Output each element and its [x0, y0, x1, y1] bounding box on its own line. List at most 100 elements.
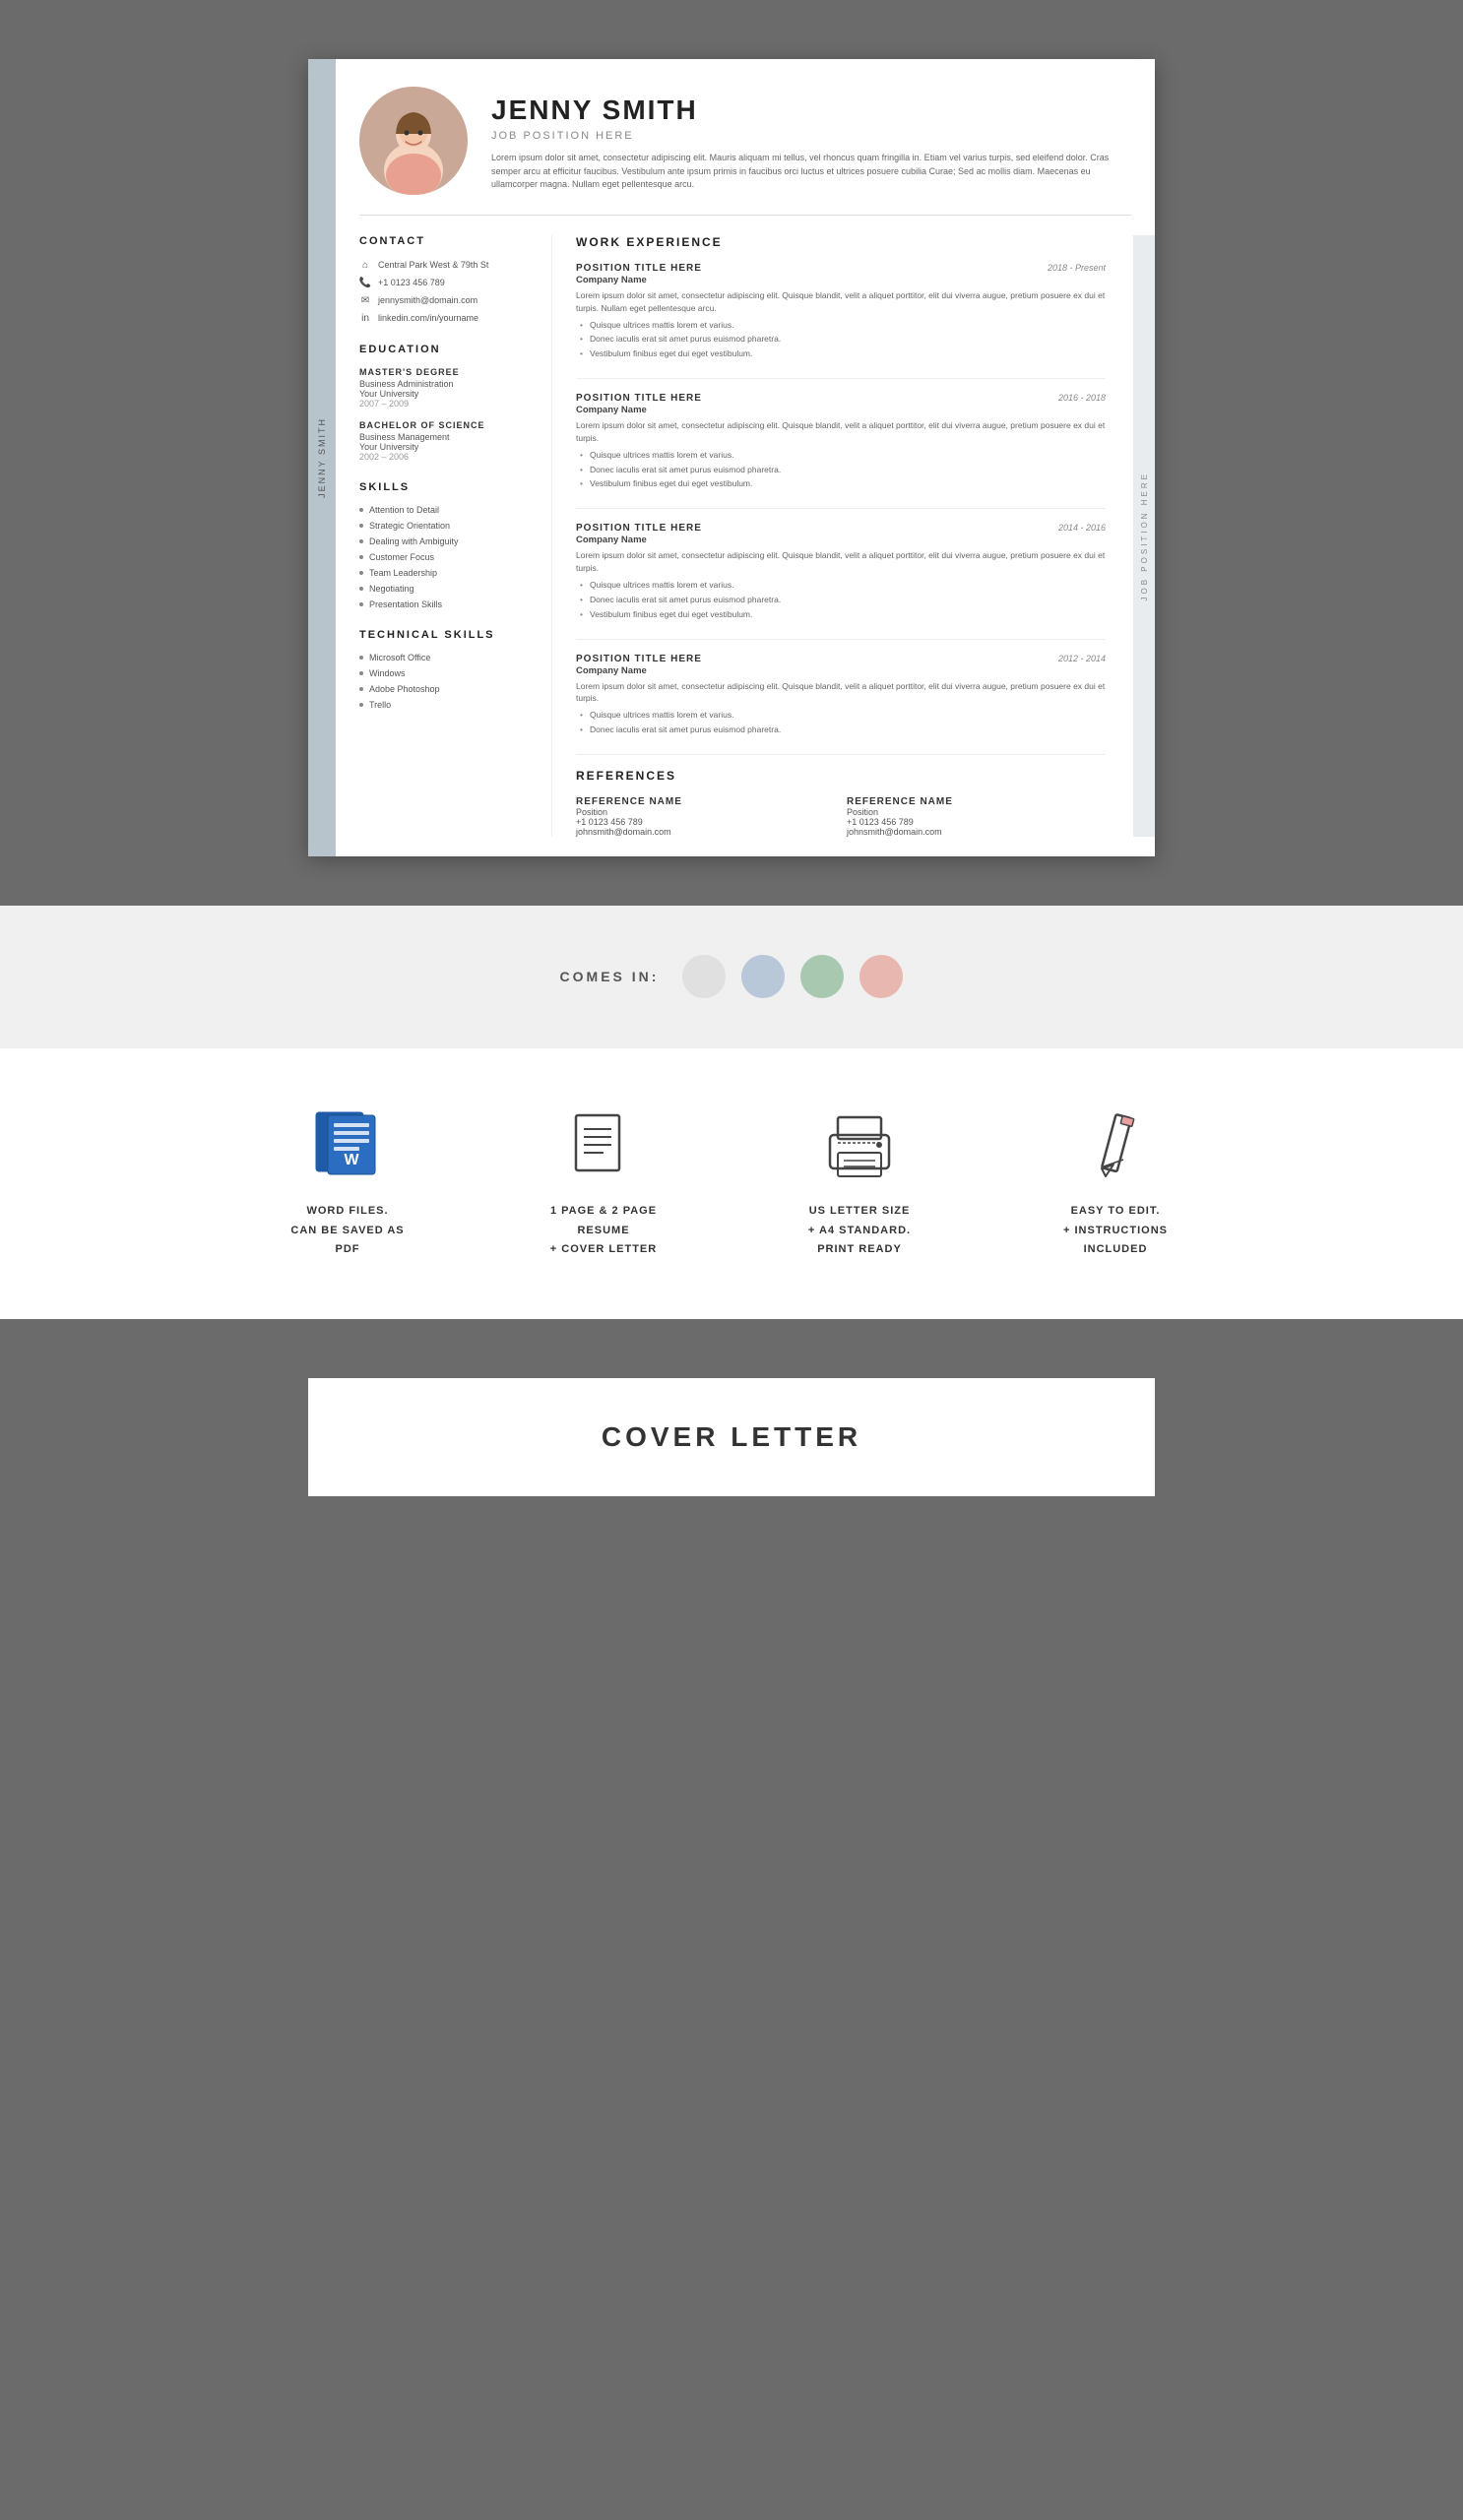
svg-text:W: W: [344, 1152, 359, 1168]
feature-word: W WORD FILES.CAN BE SAVED ASPDF: [259, 1107, 436, 1260]
reference-1: REFERENCE NAME Position +1 0123 456 789 …: [576, 796, 835, 837]
resume-header: JENNY SMITH JOB POSITION HERE Lorem ipsu…: [336, 59, 1155, 215]
left-column: CONTACT ⌂ Central Park West & 79th St 📞 …: [336, 235, 552, 837]
cover-letter-card: COVER LETTER: [308, 1378, 1155, 1496]
contact-address: ⌂ Central Park West & 79th St: [359, 259, 532, 271]
feature-word-title: WORD FILES.CAN BE SAVED ASPDF: [290, 1202, 404, 1260]
tech-skills-heading: TECHNICAL SKILLS: [359, 629, 532, 641]
feature-pages: 1 PAGE & 2 PAGERESUME+ COVER LETTER: [515, 1107, 692, 1260]
skills-heading: SKILLS: [359, 481, 532, 493]
word-file-icon: W: [308, 1107, 387, 1186]
edu-field-2: Business Management: [359, 432, 532, 442]
feature-print-title: US LETTER SIZE+ A4 STANDARD.PRINT READY: [808, 1202, 911, 1260]
references-grid: REFERENCE NAME Position +1 0123 456 789 …: [576, 796, 1106, 837]
tech-skill-item: Adobe Photoshop: [359, 684, 532, 694]
job-bullets-4: Quisque ultrices mattis lorem et varius.…: [576, 710, 1106, 736]
job-divider: [576, 378, 1106, 379]
page-wrapper: JENNY SMITH: [0, 0, 1463, 1555]
feature-edit-title: EASY TO EDIT.+ INSTRUCTIONSINCLUDED: [1063, 1202, 1168, 1260]
skill-item: Customer Focus: [359, 552, 532, 562]
job-company-1: Company Name: [576, 275, 1106, 285]
job-title-2: POSITION TITLE HERE: [576, 393, 702, 404]
bullet-item: Donec iaculis erat sit amet purus euismo…: [576, 724, 1106, 736]
tech-skill-item: Windows: [359, 668, 532, 678]
bullet-item: Donec iaculis erat sit amet purus euismo…: [576, 595, 1106, 606]
bullet-item: Quisque ultrices mattis lorem et varius.: [576, 320, 1106, 332]
sidebar-name-text: JENNY SMITH: [317, 417, 327, 498]
job-entry-3: POSITION TITLE HERE 2014 - 2016 Company …: [576, 523, 1106, 620]
contact-phone: 📞 +1 0123 456 789: [359, 277, 532, 288]
bullet-item: Quisque ultrices mattis lorem et varius.: [576, 450, 1106, 462]
color-circle-1: [682, 955, 726, 998]
header-position: JOB POSITION HERE: [491, 130, 1123, 142]
job-dates-3: 2014 - 2016: [1058, 523, 1106, 533]
job-header-4: POSITION TITLE HERE 2012 - 2014: [576, 654, 1106, 664]
tech-skill-item: Trello: [359, 700, 532, 710]
color-circle-4: [859, 955, 903, 998]
job-company-2: Company Name: [576, 405, 1106, 415]
resume-main: JENNY SMITH JOB POSITION HERE Lorem ipsu…: [336, 59, 1155, 856]
bullet-item: Vestibulum finibus eget dui eget vestibu…: [576, 609, 1106, 621]
resume-card: JENNY SMITH: [308, 59, 1155, 856]
edu-degree-2: BACHELOR OF SCIENCE: [359, 420, 532, 430]
references-divider: [576, 754, 1106, 755]
edu-uni-1: Your University: [359, 389, 532, 399]
education-heading: EDUCATION: [359, 344, 532, 355]
skill-item: Dealing with Ambiguity: [359, 536, 532, 546]
contact-heading: CONTACT: [359, 235, 532, 247]
edu-uni-2: Your University: [359, 442, 532, 452]
tech-skill-item: Microsoft Office: [359, 653, 532, 662]
comes-in-label: COMES IN:: [560, 969, 660, 984]
printer-icon: [820, 1107, 899, 1186]
color-circles: [682, 955, 903, 998]
edu-years-1: 2007 – 2009: [359, 399, 532, 409]
home-icon: ⌂: [359, 259, 371, 271]
ref-name-1: REFERENCE NAME: [576, 796, 835, 807]
job-title-3: POSITION TITLE HERE: [576, 523, 702, 534]
profile-photo: [359, 87, 468, 195]
ref-email-1: johnsmith@domain.com: [576, 827, 835, 837]
ref-email-2: johnsmith@domain.com: [847, 827, 1106, 837]
feature-print: US LETTER SIZE+ A4 STANDARD.PRINT READY: [771, 1107, 948, 1260]
ref-position-1: Position: [576, 807, 835, 817]
job-title-4: POSITION TITLE HERE: [576, 654, 702, 664]
job-entry-4: POSITION TITLE HERE 2012 - 2014 Company …: [576, 654, 1106, 736]
phone-icon: 📞: [359, 277, 371, 288]
job-dates-1: 2018 - Present: [1048, 263, 1106, 273]
job-bullets-3: Quisque ultrices mattis lorem et varius.…: [576, 580, 1106, 621]
pages-icon: [564, 1107, 643, 1186]
bullet-item: Quisque ultrices mattis lorem et varius.: [576, 580, 1106, 592]
cover-letter-label: COVER LETTER: [602, 1421, 861, 1453]
job-position-strip: JOB POSITION HERE: [1133, 235, 1155, 837]
job-entry-2: POSITION TITLE HERE 2016 - 2018 Company …: [576, 393, 1106, 490]
header-name: JENNY SMITH: [491, 94, 1123, 126]
references-heading: REFERENCES: [576, 769, 1106, 783]
ref-position-2: Position: [847, 807, 1106, 817]
skill-item: Strategic Orientation: [359, 521, 532, 531]
feature-edit: EASY TO EDIT.+ INSTRUCTIONSINCLUDED: [1027, 1107, 1204, 1260]
job-title-1: POSITION TITLE HERE: [576, 263, 702, 274]
skill-item: Negotiating: [359, 584, 532, 594]
ref-phone-2: +1 0123 456 789: [847, 817, 1106, 827]
feature-pages-title: 1 PAGE & 2 PAGERESUME+ COVER LETTER: [550, 1202, 657, 1260]
bullet-item: Quisque ultrices mattis lorem et varius.: [576, 710, 1106, 722]
edu-years-2: 2002 – 2006: [359, 452, 532, 462]
job-divider: [576, 639, 1106, 640]
comes-in-section: COMES IN:: [0, 906, 1463, 1047]
job-header-1: POSITION TITLE HERE 2018 - Present: [576, 263, 1106, 274]
job-bullets-2: Quisque ultrices mattis lorem et varius.…: [576, 450, 1106, 491]
job-divider: [576, 508, 1106, 509]
contact-email: ✉ jennysmith@domain.com: [359, 294, 532, 306]
right-column: WORK EXPERIENCE POSITION TITLE HERE 2018…: [552, 235, 1133, 837]
features-section: W WORD FILES.CAN BE SAVED ASPDF 1 PAGE &…: [0, 1047, 1463, 1319]
edu-field-1: Business Administration: [359, 379, 532, 389]
job-dates-2: 2016 - 2018: [1058, 393, 1106, 403]
job-header-3: POSITION TITLE HERE 2014 - 2016: [576, 523, 1106, 534]
skill-item: Attention to Detail: [359, 505, 532, 515]
color-circle-2: [741, 955, 785, 998]
skill-item: Team Leadership: [359, 568, 532, 578]
cover-letter-section: COVER LETTER: [0, 1319, 1463, 1555]
ref-phone-1: +1 0123 456 789: [576, 817, 835, 827]
header-summary: Lorem ipsum dolor sit amet, consectetur …: [491, 152, 1123, 192]
skill-item: Presentation Skills: [359, 599, 532, 609]
